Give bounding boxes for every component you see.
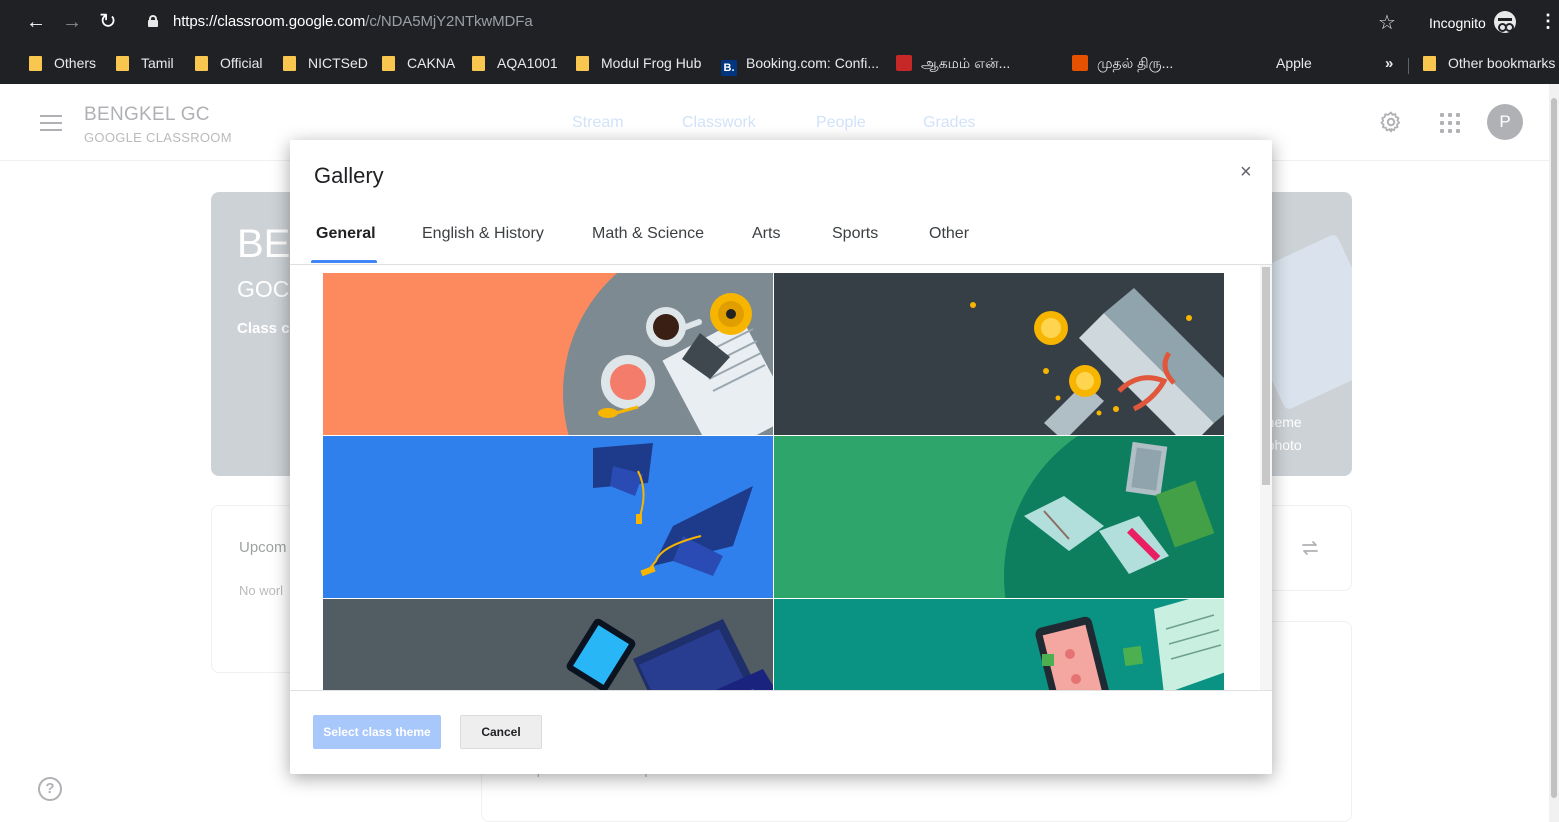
gallery-dialog: Gallery × General English & History Math… — [290, 140, 1272, 774]
bookmarks-bar: Others Tamil Official NICTSeD CAKNA AQA1… — [0, 44, 1559, 84]
site-favicon-icon — [896, 55, 912, 71]
bookmark-label: ஆகமம் என்... — [921, 55, 1011, 71]
tabs-divider — [290, 264, 1272, 265]
address-bar[interactable]: https://classroom.google.com/c/NDA5MjY2N… — [173, 13, 533, 30]
bookmark-label: Other bookmarks — [1448, 55, 1556, 71]
folder-icon — [382, 56, 395, 71]
page-scrollbar[interactable] — [1549, 84, 1559, 822]
incognito-icon[interactable] — [1494, 11, 1516, 33]
dialog-title: Gallery — [314, 163, 384, 188]
browser-menu-icon[interactable]: ⋮ — [1539, 11, 1557, 32]
bookmark-other-bookmarks[interactable]: Other bookmarks — [1423, 54, 1555, 74]
lock-icon — [148, 15, 158, 27]
bookmark-others[interactable]: Others — [29, 54, 96, 74]
bookmark-tamil[interactable]: Tamil — [116, 54, 174, 74]
bookmark-label: Booking.com: Confi... — [746, 55, 880, 71]
site-favicon-icon — [1072, 55, 1088, 71]
footer-divider — [290, 690, 1272, 691]
tab-arts[interactable]: Arts — [752, 225, 780, 243]
folder-icon — [1423, 56, 1436, 71]
folder-icon — [283, 56, 296, 71]
theme-graduation-caps[interactable] — [323, 436, 773, 598]
cancel-button[interactable]: Cancel — [460, 715, 542, 749]
theme-phone-notes[interactable] — [774, 599, 1224, 690]
folder-icon — [195, 56, 208, 71]
theme-breakfast[interactable] — [323, 273, 773, 435]
tab-english-history[interactable]: English & History — [422, 225, 544, 243]
browser-toolbar: ← → ↻ https://classroom.google.com/c/NDA… — [0, 0, 1559, 44]
bookmark-agamam[interactable]: ஆகமம் என்... — [896, 54, 1010, 74]
bookmark-label: Official — [220, 55, 263, 71]
bookmark-label: Apple — [1276, 55, 1312, 71]
forward-arrow-icon[interactable]: → — [62, 10, 82, 34]
url-path: /c/NDA5MjY2NTkwMDFa — [365, 13, 533, 30]
active-tab-indicator — [311, 260, 377, 263]
bookmark-label: Others — [54, 55, 97, 71]
gallery-scrollbar[interactable] — [1260, 265, 1272, 690]
folder-icon — [576, 56, 589, 71]
apple-icon — [1251, 55, 1267, 71]
bookmark-nictsed[interactable]: NICTSeD — [283, 54, 368, 74]
bookmark-label: முதல் திரு... — [1097, 55, 1174, 71]
theme-books[interactable] — [774, 436, 1224, 598]
more-bookmarks-chevron[interactable]: » — [1385, 55, 1393, 72]
bookmark-mudhal[interactable]: முதல் திரு... — [1072, 54, 1173, 74]
theme-graduation-scroll[interactable] — [774, 273, 1224, 435]
theme-gallery — [323, 273, 1224, 690]
bookmark-booking[interactable]: B. Booking.com: Confi... — [721, 54, 880, 76]
url-host: https://classroom.google.com — [173, 13, 366, 30]
bookmark-label: CAKNA — [407, 55, 456, 71]
back-arrow-icon[interactable]: ← — [26, 10, 46, 34]
bookmark-cakna[interactable]: CAKNA — [382, 54, 455, 74]
bookmark-modul-frog-hub[interactable]: Modul Frog Hub — [576, 54, 701, 74]
folder-icon — [29, 56, 42, 71]
bookmark-label: Tamil — [141, 55, 174, 71]
bookmark-official[interactable]: Official — [195, 54, 263, 74]
bookmark-aqa1001[interactable]: AQA1001 — [472, 54, 558, 74]
reload-icon[interactable]: ↻ — [99, 10, 117, 34]
bookmark-apple[interactable]: Apple — [1251, 54, 1312, 74]
bookmarks-divider — [1408, 58, 1409, 74]
tab-general[interactable]: General — [316, 225, 376, 243]
tab-sports[interactable]: Sports — [832, 225, 878, 243]
tab-other[interactable]: Other — [929, 225, 969, 243]
select-class-theme-button[interactable]: Select class theme — [313, 715, 441, 749]
close-icon[interactable]: × — [1240, 162, 1252, 182]
theme-laptop[interactable] — [323, 599, 773, 690]
bookmark-label: Modul Frog Hub — [601, 55, 702, 71]
folder-icon — [116, 56, 129, 71]
folder-icon — [472, 56, 485, 71]
incognito-label: Incognito — [1429, 15, 1486, 31]
booking-favicon-icon: B. — [721, 60, 737, 76]
bookmark-label: AQA1001 — [497, 55, 558, 71]
tab-math-science[interactable]: Math & Science — [592, 225, 704, 243]
bookmark-star-icon[interactable]: ☆ — [1378, 10, 1396, 35]
bookmark-label: NICTSeD — [308, 55, 368, 71]
